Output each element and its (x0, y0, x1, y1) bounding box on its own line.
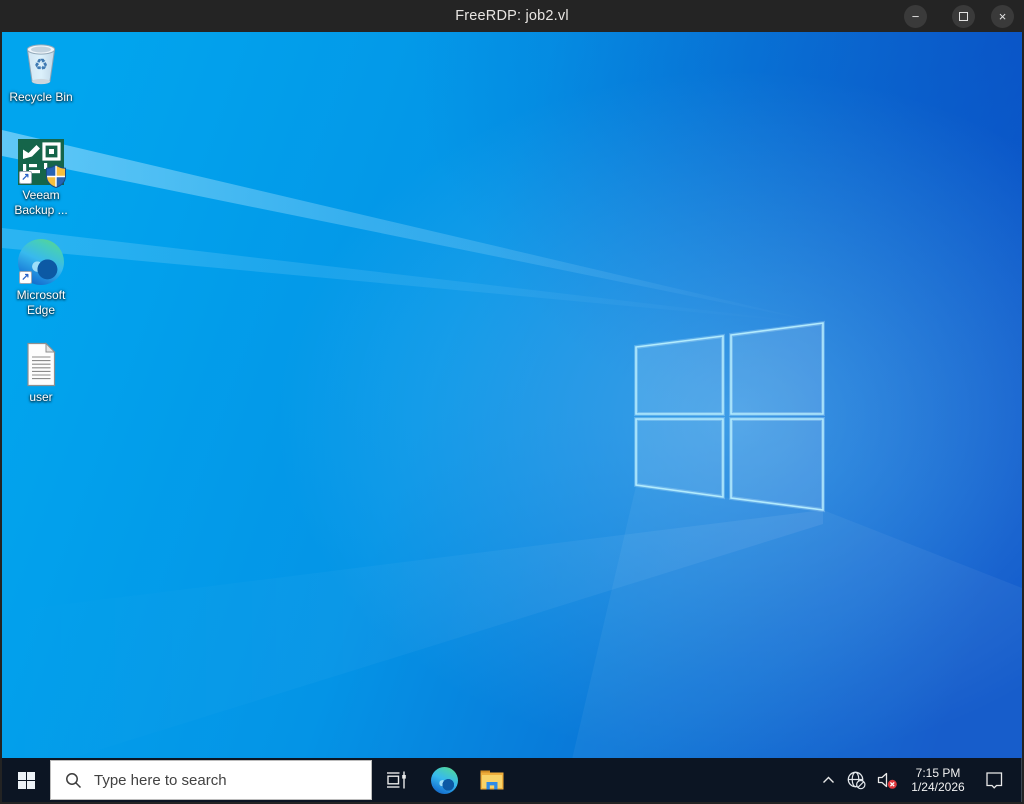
task-view-button[interactable] (372, 758, 420, 802)
taskbar: 7:15 PM 1/24/2026 (2, 758, 1022, 802)
icon-label: user (29, 390, 53, 404)
show-desktop-button[interactable] (1021, 758, 1022, 802)
desktop-icon-user-file[interactable]: user (4, 340, 78, 405)
icon-label: Microsoft (16, 288, 66, 302)
close-button[interactable]: × (991, 4, 1014, 28)
network-offline-icon (847, 771, 866, 790)
maximize-icon (959, 11, 968, 21)
task-view-icon (386, 771, 406, 789)
clock-time: 7:15 PM (915, 766, 961, 780)
window-title: FreeRDP: job2.vl (455, 8, 569, 24)
minimize-icon: − (911, 8, 920, 24)
desktop-icon-microsoft-edge[interactable]: ↗ Microsoft Edge (4, 238, 78, 317)
veeam-icon: ↗ (17, 138, 66, 188)
volume-muted-icon (877, 772, 897, 789)
window-controls: − × (904, 0, 1014, 32)
window-titlebar: FreeRDP: job2.vl − × (0, 0, 1024, 32)
search-input[interactable] (94, 771, 371, 789)
shortcut-arrow-icon: ↗ (19, 171, 32, 184)
icon-label: Veeam (22, 188, 60, 202)
icon-label: Recycle Bin (9, 90, 73, 104)
file-explorer-button[interactable] (468, 758, 516, 802)
close-icon: × (998, 8, 1007, 24)
maximize-button[interactable] (952, 4, 975, 28)
taskbar-clock[interactable]: 7:15 PM 1/24/2026 (903, 758, 973, 802)
shortcut-arrow-icon: ↗ (19, 271, 32, 284)
action-center-icon (986, 772, 1003, 789)
system-tray: 7:15 PM 1/24/2026 (815, 758, 1022, 802)
tray-overflow-button[interactable] (815, 758, 841, 802)
taskbar-search[interactable] (50, 760, 372, 800)
minimize-button[interactable]: − (904, 4, 927, 28)
search-icon (66, 772, 82, 788)
clock-date: 1/24/2026 (911, 780, 965, 794)
freerdp-window: FreeRDP: job2.vl − × ♻ Recycle Bin ↗ Vee… (0, 0, 1024, 804)
desktop-icon-recycle-bin[interactable]: ♻ Recycle Bin (4, 40, 78, 105)
file-explorer-icon (480, 770, 504, 790)
start-button[interactable] (2, 758, 50, 802)
edge-taskbar-button[interactable] (420, 758, 468, 802)
text-file-icon (17, 340, 65, 388)
network-status-button[interactable] (841, 758, 871, 802)
desktop-icon-veeam-backup[interactable]: ↗ Veeam Backup ... (4, 138, 78, 217)
chevron-up-icon (822, 776, 834, 783)
volume-button[interactable] (871, 758, 903, 802)
action-center-button[interactable] (973, 758, 1015, 802)
icon-label-line2: Backup ... (14, 202, 68, 217)
wallpaper (2, 32, 1022, 802)
edge-icon (430, 766, 458, 794)
start-icon (17, 771, 35, 789)
svg-text:♻: ♻ (34, 57, 48, 74)
edge-icon: ↗ (17, 238, 65, 286)
recycle-bin-icon: ♻ (17, 40, 65, 88)
windows-desktop[interactable]: ♻ Recycle Bin ↗ Veeam Backup ... ↗ Micro… (2, 32, 1022, 802)
uac-shield-icon (46, 164, 66, 188)
icon-label-line2: Edge (26, 302, 56, 317)
